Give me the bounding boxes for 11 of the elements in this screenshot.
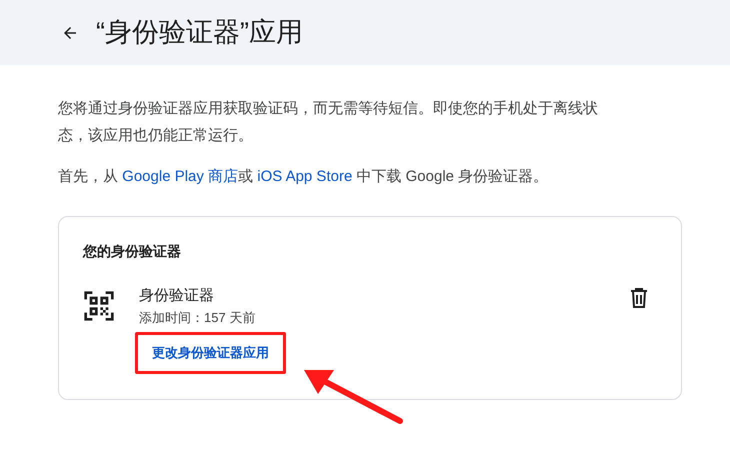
change-app-link[interactable]: 更改身份验证器应用 bbox=[152, 345, 269, 360]
intro-text: 您将通过身份验证器应用获取验证码，而无需等待短信。即使您的手机处于离线状态，该应用也仍能正常运行。 bbox=[58, 99, 599, 146]
download-text: 首先，从 Google Play 商店或 iOS App Store 中下载 Google 身份验证器。 bbox=[58, 167, 550, 187]
authenticator-name: 身份验证器 bbox=[139, 286, 215, 306]
store-link[interactable]: iOS App Store bbox=[257, 168, 352, 185]
card-heading: 您的身份验证器 bbox=[83, 242, 182, 261]
page-title: “身份验证器”应用 bbox=[96, 19, 303, 46]
qr-code-icon bbox=[83, 290, 115, 322]
added-time: 添加时间：157 天前 bbox=[139, 309, 256, 327]
trash-icon bbox=[630, 288, 648, 308]
store-link[interactable]: Google Play 商店 bbox=[122, 168, 238, 185]
